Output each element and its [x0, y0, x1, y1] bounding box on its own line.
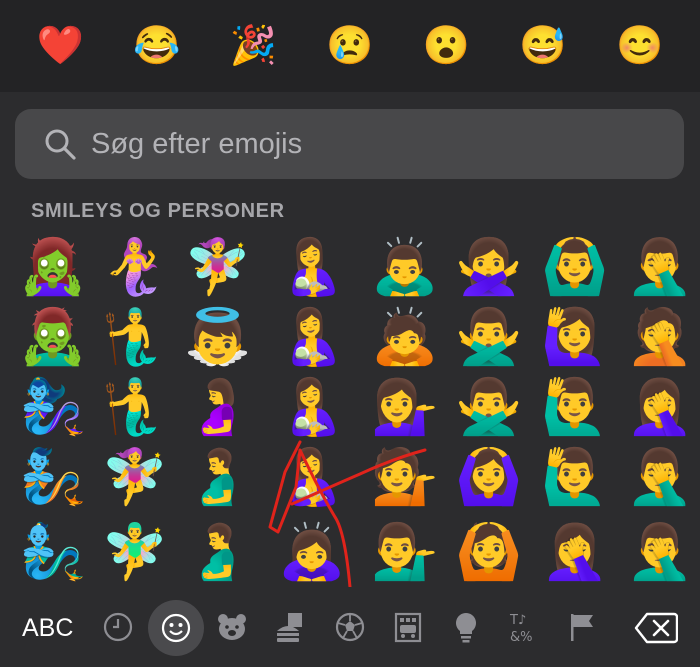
emoji-cell[interactable]: 🙋‍♂️ — [535, 372, 615, 442]
backspace-icon[interactable] — [634, 612, 678, 644]
emoji-cell[interactable]: 🙆‍♀️ — [449, 442, 529, 512]
bottom-bar: ABC T♪ &% — [0, 592, 700, 667]
svg-text:T♪: T♪ — [509, 613, 526, 628]
emoji-cell[interactable]: 🤦‍♂️ — [620, 232, 700, 302]
emoji-cell[interactable]: 🧜‍♂️ — [95, 302, 175, 372]
flag-icon[interactable] — [564, 609, 600, 645]
soccer-ball-icon[interactable] — [332, 609, 368, 645]
emoji-cell[interactable]: 🤦‍♂️ — [620, 442, 700, 512]
abc-button[interactable]: ABC — [22, 614, 73, 643]
smiley-icon[interactable] — [148, 600, 204, 656]
tears-of-joy-icon[interactable]: 😂 — [133, 27, 180, 65]
emoji-cell[interactable]: 💁 — [365, 442, 445, 512]
emoji-cell[interactable]: 🤱 — [272, 302, 352, 372]
emoji-cell[interactable]: 🤦‍♀️ — [620, 372, 700, 442]
emoji-cell[interactable]: 🫃 — [178, 517, 258, 587]
emoji-cell[interactable]: 🧜‍♂️ — [95, 372, 175, 442]
food-icon[interactable] — [272, 609, 308, 645]
emoji-cell[interactable]: 🤱 — [272, 442, 352, 512]
party-popper-icon[interactable]: 🎉 — [230, 27, 277, 65]
bear-icon[interactable] — [214, 609, 250, 645]
emoji-cell[interactable]: 🙆 — [449, 517, 529, 587]
emoji-cell[interactable]: 🤦‍♀️ — [535, 517, 615, 587]
emoji-cell[interactable]: 🧟‍♀️ — [13, 232, 93, 302]
emoji-cell[interactable]: 🧜‍♀️ — [95, 232, 175, 302]
emoji-cell[interactable]: 🙅‍♂️ — [449, 372, 529, 442]
svg-text:&%: &% — [510, 630, 533, 644]
emoji-panel: Søg efter emojis SMILEYS OG PERSONER 🧟‍♀… — [0, 92, 700, 667]
emoji-cell[interactable]: 🧞‍♂️ — [13, 517, 93, 587]
red-heart-icon[interactable]: ❤️ — [37, 27, 84, 65]
emoji-cell[interactable]: 🙆‍♂️ — [535, 232, 615, 302]
emoji-cell[interactable]: 🧞 — [13, 442, 93, 512]
emoji-cell[interactable]: 👼 — [178, 302, 258, 372]
emoji-cell[interactable]: 🙅‍♂️ — [449, 302, 529, 372]
emoji-cell[interactable]: 🤦‍♂️ — [620, 517, 700, 587]
emoji-cell[interactable]: 🙇‍♂️ — [365, 232, 445, 302]
surprised-face-icon[interactable]: 😮 — [423, 27, 470, 65]
emoji-cell[interactable]: 🙅‍♀️ — [449, 232, 529, 302]
search-icon — [45, 129, 76, 160]
emoji-cell[interactable]: 🙇 — [365, 302, 445, 372]
crying-face-icon[interactable]: 😢 — [326, 27, 373, 65]
emoji-cell[interactable]: 🙋‍♀️ — [535, 302, 615, 372]
emoji-cell[interactable]: 💁‍♀️ — [365, 372, 445, 442]
emoji-cell[interactable]: 🧚‍♀️ — [95, 442, 175, 512]
recent-emoji-bar: ❤️ 😂 🎉 😢 😮 😅 😊 — [0, 0, 700, 92]
emoji-cell[interactable]: 🧚‍♀️ — [178, 232, 258, 302]
lightbulb-icon[interactable] — [448, 609, 484, 645]
smiling-face-icon[interactable]: 😊 — [616, 27, 663, 65]
emoji-cell[interactable]: 🧞‍♀️ — [13, 372, 93, 442]
emoji-cell[interactable]: 🧚‍♂️ — [95, 517, 175, 587]
symbols-icon[interactable]: T♪ &% — [506, 609, 542, 645]
emoji-cell[interactable]: 🧟‍♂️ — [13, 302, 93, 372]
emoji-grid: 🧟‍♀️ 🧜‍♀️ 🧚‍♀️ 🤱 🙇‍♂️ 🙅‍♀️ 🙆‍♂️ 🤦‍♂️ 🧟‍♂️ 🧜‍♂️ 👼 🤱 🙇… — [0, 232, 700, 587]
emoji-cell[interactable]: 🙇‍♀️ — [272, 517, 352, 587]
building-icon[interactable] — [390, 609, 426, 645]
emoji-cell[interactable]: 🤱 — [272, 372, 352, 442]
emoji-cell[interactable]: 🤱 — [272, 232, 352, 302]
section-title: SMILEYS OG PERSONER — [31, 200, 285, 222]
sweat-smile-icon[interactable]: 😅 — [519, 27, 566, 65]
emoji-cell[interactable]: 🤰 — [178, 372, 258, 442]
emoji-cell[interactable]: 💁‍♂️ — [365, 517, 445, 587]
emoji-cell[interactable]: 🙋‍♂️ — [535, 442, 615, 512]
search-field[interactable]: Søg efter emojis — [15, 109, 684, 179]
emoji-cell[interactable]: 🤦 — [620, 302, 700, 372]
search-placeholder: Søg efter emojis — [91, 127, 303, 160]
emoji-cell[interactable]: 🫃 — [178, 442, 258, 512]
clock-icon[interactable] — [100, 609, 136, 645]
